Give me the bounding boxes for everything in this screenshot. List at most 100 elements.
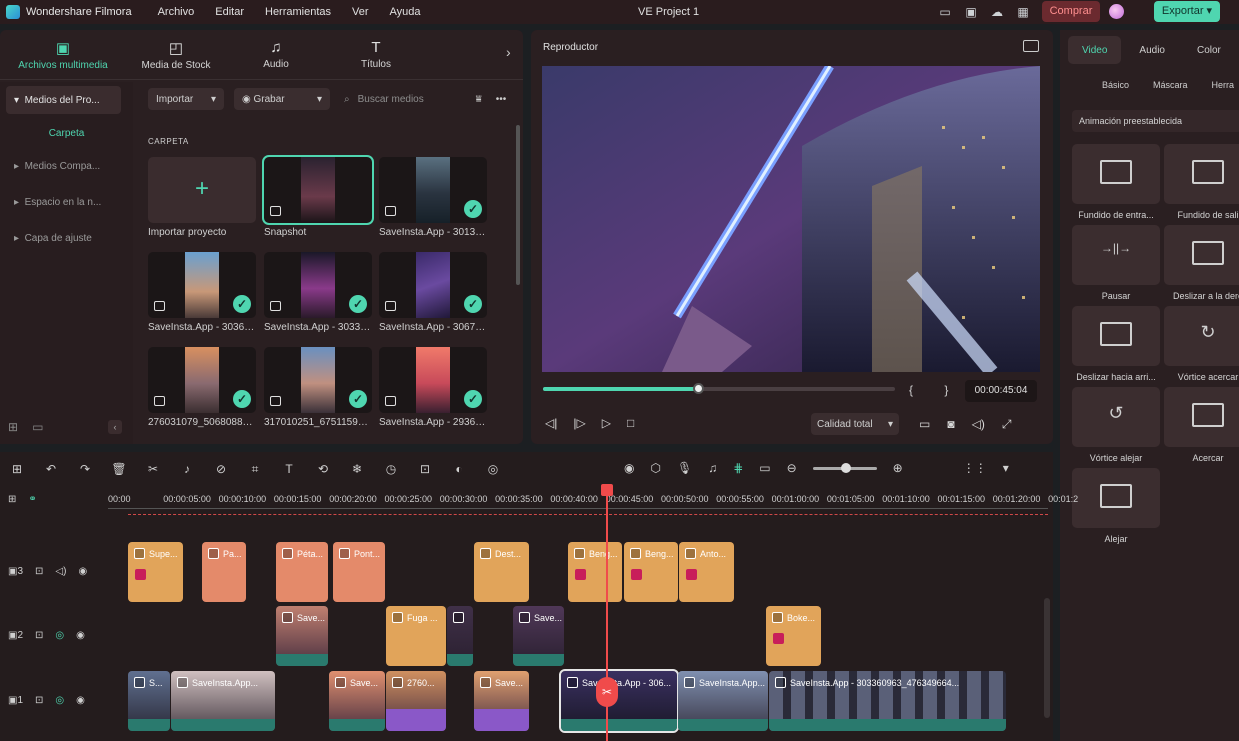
fullscreen-icon[interactable]: ⤢ — [1002, 417, 1012, 432]
search-media[interactable]: ⌕ Buscar medios ⩸ ••• — [344, 94, 506, 105]
animation-fade-out[interactable]: Fundido de sali — [1164, 144, 1239, 220]
audio-on-icon[interactable]: ◎ — [55, 695, 64, 706]
play-frame-icon[interactable]: |▷ — [573, 416, 585, 430]
subtitle-icon[interactable]: ▭ — [759, 461, 770, 475]
video-clip[interactable]: SaveInsta.App... — [171, 671, 275, 731]
layout-grid-icon[interactable]: ⊞ — [0, 462, 34, 476]
subtab-tools[interactable]: Herra — [1212, 80, 1235, 90]
buy-button[interactable]: Comprar — [1042, 1, 1100, 22]
zoom-out-icon[interactable]: ⊖ — [787, 461, 797, 475]
sidebar-item-adjustment-layer[interactable]: ▸ Capa de ajuste — [6, 224, 121, 252]
effect-clip[interactable]: Boke... — [766, 606, 821, 666]
selected-video-clip[interactable]: SaveInsta.App - 306... — [559, 669, 679, 733]
tab-audio[interactable]: Audio — [1125, 36, 1179, 64]
tab-titles[interactable]: T Títulos — [326, 30, 426, 79]
tab-stock-media[interactable]: ◰ Media de Stock — [126, 30, 226, 79]
plus-icon[interactable]: + — [148, 157, 256, 223]
menu-editar[interactable]: Editar — [215, 6, 244, 18]
sidebar-item-cloud-space[interactable]: ▸ Espacio en la n... — [6, 188, 121, 216]
color-match-icon[interactable]: ◐ — [442, 462, 476, 476]
media-item[interactable]: ✓ 317010251_675115960... — [264, 347, 372, 428]
music-icon[interactable]: ♫ — [708, 461, 717, 475]
media-item[interactable]: ✓ SaveInsta.App - 30135... — [379, 157, 487, 238]
playhead-handle[interactable] — [601, 484, 613, 496]
effect-clip[interactable]: Beng... — [568, 542, 622, 602]
import-project-item[interactable]: + Importar proyecto — [148, 157, 256, 238]
preset-animation-dropdown[interactable]: Animación preestablecida — [1072, 110, 1239, 132]
disable-icon[interactable]: ⊘ — [204, 462, 238, 476]
sidebar-item-project-media[interactable]: ▾ Medios del Pro... — [6, 86, 121, 114]
camera-icon[interactable]: ◙ — [947, 417, 954, 432]
sticker-clip[interactable]: Pont... — [333, 542, 385, 602]
menu-herramientas[interactable]: Herramientas — [265, 6, 331, 18]
zoom-in-icon[interactable]: ⊕ — [893, 461, 903, 475]
scissors-icon[interactable]: ✂ — [596, 677, 618, 707]
video-preview[interactable] — [542, 66, 1040, 372]
fit-icon[interactable]: ⊡ — [408, 462, 442, 476]
tab-color[interactable]: Color — [1183, 36, 1235, 64]
menu-ayuda[interactable]: Ayuda — [390, 6, 421, 18]
freeze-frame-icon[interactable]: ❄ — [340, 462, 374, 476]
snap-icon[interactable]: ⋕ — [733, 461, 743, 475]
effect-clip[interactable]: Dest... — [474, 542, 529, 602]
microphone-icon[interactable]: 🎙 — [677, 461, 692, 475]
sidebar-item-shared-media[interactable]: ▸ Medios Compa... — [6, 152, 121, 180]
redo-icon[interactable]: ↷ — [68, 462, 102, 476]
animation-fade-in[interactable]: Fundido de entra... — [1072, 144, 1160, 220]
video-clip[interactable] — [447, 606, 473, 666]
media-item[interactable]: Snapshot — [262, 155, 374, 238]
filter-icon[interactable]: ⩸ — [476, 94, 482, 105]
animation-slide-right[interactable]: Deslizar a la dere — [1164, 225, 1239, 301]
animation-vortex-in[interactable]: ↻ Vórtice acercar — [1164, 306, 1239, 382]
media-scrollbar[interactable] — [516, 125, 520, 285]
previous-frame-icon[interactable]: ◁| — [545, 416, 557, 430]
video-clip[interactable]: Save... — [513, 606, 564, 666]
menu-ver[interactable]: Ver — [352, 6, 369, 18]
tab-video[interactable]: Video — [1068, 36, 1122, 64]
animation-zoom-in[interactable]: Acercar — [1164, 387, 1239, 463]
animation-pause[interactable]: →||→ Pausar — [1072, 225, 1160, 301]
effect-clip[interactable]: Anto... — [679, 542, 734, 602]
progress-knob[interactable] — [692, 383, 704, 394]
export-button[interactable]: Exportar ▾ — [1154, 1, 1220, 22]
tab-media-files[interactable]: ▣ Archivos multimedia — [0, 30, 126, 79]
subtab-basic[interactable]: Básico — [1102, 80, 1129, 90]
snapshot-view-icon[interactable] — [1023, 40, 1039, 52]
zoom-slider[interactable] — [812, 462, 877, 473]
animation-slide-up[interactable]: Deslizar hacia arri... — [1072, 306, 1160, 382]
menu-archivo[interactable]: Archivo — [158, 6, 195, 18]
crop-icon[interactable]: ⌗ — [238, 462, 272, 477]
zoom-knob[interactable] — [840, 462, 851, 473]
image-clip[interactable]: 2760... — [386, 671, 446, 731]
image-clip[interactable]: Save... — [474, 671, 529, 731]
media-item[interactable]: ✓ SaveInsta.App - 30360... — [148, 252, 256, 333]
cut-icon[interactable]: ✂ — [136, 462, 170, 476]
search-input[interactable]: Buscar medios — [358, 94, 468, 105]
audio-on-icon[interactable]: ◎ — [55, 630, 64, 641]
collapse-sidebar-icon[interactable]: ‹ — [108, 420, 122, 434]
display-icon[interactable]: ▭ — [919, 417, 930, 432]
play-icon[interactable]: ▷ — [602, 416, 611, 430]
rotate-icon[interactable]: ⟲ — [306, 462, 340, 476]
media-item[interactable]: ✓ 276031079_506808823... — [148, 347, 256, 428]
video-clip[interactable]: SaveInsta.App - 303360963_476349664... — [769, 671, 1006, 731]
animation-zoom-out[interactable]: Alejar — [1072, 468, 1160, 544]
speaker-icon[interactable]: ◁) — [55, 566, 66, 577]
sticker-clip[interactable]: Péta... — [276, 542, 328, 602]
media-item[interactable]: ✓ SaveInsta.App - 29366... — [379, 347, 487, 428]
eye-icon[interactable]: ◉ — [76, 630, 85, 641]
speed-icon[interactable]: ◷ — [374, 462, 408, 476]
render-preview-icon[interactable]: ◉ — [624, 461, 634, 475]
chevron-down-icon[interactable]: ▾ — [1003, 461, 1009, 475]
video-clip[interactable]: SaveInsta.App... — [678, 671, 768, 731]
quality-dropdown[interactable]: Calidad total ▾ — [811, 413, 899, 435]
eye-icon[interactable]: ◉ — [76, 695, 85, 706]
timeline-ruler[interactable]: 00:00 00:00:05:00 00:00:10:00 00:00:15:00 00… — [108, 490, 1078, 515]
animation-vortex-out[interactable]: ↺ Vórtice alejar — [1072, 387, 1160, 463]
folder-icon[interactable]: ⊡ — [35, 566, 43, 577]
layout-icon[interactable]: ▭ — [936, 4, 954, 20]
folder-icon[interactable]: ⊡ — [35, 630, 43, 641]
save-icon[interactable]: ▣ — [962, 4, 980, 20]
tab-audio[interactable]: ♫ Audio — [226, 30, 326, 79]
audio-split-icon[interactable]: ♪ — [170, 462, 204, 476]
